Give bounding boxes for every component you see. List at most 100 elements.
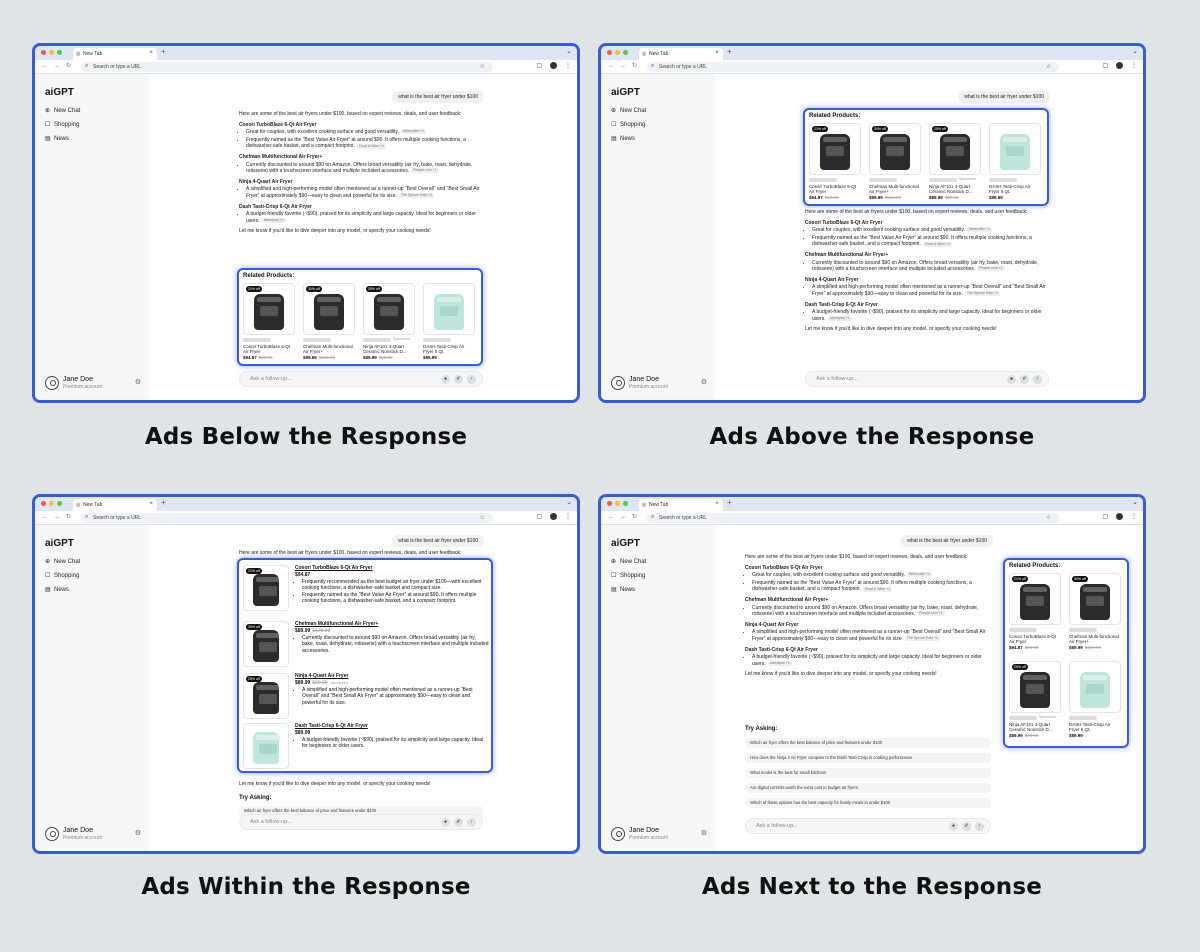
product-name[interactable]: DASH Tasti-Crisp Air Fryer 6 Qt.: [1069, 722, 1121, 732]
profile-avatar[interactable]: [1116, 62, 1123, 69]
product-card[interactable]: 25% off Sponsored Ninja AF101 4-Quart Cera…: [1009, 661, 1061, 738]
mic-icon[interactable]: ●: [949, 822, 958, 831]
new-tab-button[interactable]: +: [727, 498, 732, 507]
product-image[interactable]: 25% off: [1009, 661, 1061, 713]
product-image[interactable]: 21% off: [243, 283, 295, 335]
product-title-link[interactable]: Dash Tasti-Crisp 6-Qt Air Fryer: [295, 723, 489, 729]
sidebar-item-shopping[interactable]: ☐ Shopping: [611, 572, 645, 579]
menu-icon[interactable]: ⋮: [565, 513, 571, 520]
attach-icon[interactable]: ✐: [454, 818, 463, 827]
product-image[interactable]: 25% off: [363, 283, 415, 335]
product-name[interactable]: Chefman Multi-functional Air Fryer+: [869, 184, 921, 194]
follow-up-input[interactable]: Ask a follow-up... ● ✐ ↑: [239, 814, 483, 830]
product-image[interactable]: 30% off: [1069, 573, 1121, 625]
chevron-down-icon[interactable]: ⌄: [566, 498, 572, 506]
try-asking-suggestion[interactable]: Which air fryer offers the best balance …: [745, 738, 991, 748]
send-icon[interactable]: ↑: [975, 822, 984, 831]
menu-icon[interactable]: ⋮: [1131, 513, 1137, 520]
address-bar[interactable]: ⌕ Search or type a URL ☆: [81, 513, 493, 523]
citation-chip[interactable]: Allrecipes +1: [767, 660, 792, 666]
citation-chip[interactable]: People.com +1: [977, 266, 1005, 272]
gear-icon[interactable]: ⚙: [135, 378, 141, 386]
citation-chip[interactable]: Food & Wine +1: [922, 241, 953, 247]
bookmark-star-icon[interactable]: ☆: [1046, 63, 1051, 70]
product-image[interactable]: 21% off: [1009, 573, 1061, 625]
citation-chip[interactable]: Allrecipes +1: [827, 315, 852, 321]
product-image[interactable]: 30% off: [869, 123, 921, 175]
product-title-link[interactable]: Cosori TurboBlaze 6-Qt Air Fryer: [295, 565, 489, 571]
user-profile[interactable]: Jane Doe Premium account ⚙: [45, 374, 141, 392]
sidebar-item-shopping[interactable]: ☐ Shopping: [611, 121, 645, 128]
citation-chip[interactable]: The Spruce Eats +1: [904, 636, 940, 642]
product-card[interactable]: DASH Tasti-Crisp Air Fryer 6 Qt. $89.99: [423, 283, 475, 360]
citation-chip[interactable]: Wirecutter +1: [907, 572, 932, 578]
sidebar-item-shopping[interactable]: ☐ Shopping: [45, 121, 79, 128]
nav-buttons[interactable]: ←→↻: [42, 513, 77, 520]
product-image[interactable]: 30% off: [243, 621, 289, 667]
window-maximize-button[interactable]: [57, 50, 62, 55]
chevron-down-icon[interactable]: ⌄: [566, 47, 572, 55]
product-image[interactable]: 25% off: [929, 123, 981, 175]
product-image[interactable]: 21% off: [243, 565, 289, 611]
sidebar-item-news[interactable]: ▤ News: [45, 586, 69, 593]
profile-avatar[interactable]: [550, 513, 557, 520]
new-tab-button[interactable]: +: [161, 47, 166, 56]
window-minimize-button[interactable]: [49, 501, 54, 506]
product-card[interactable]: 25% off Sponsored Ninja AF101 4-Quart Cera…: [929, 123, 981, 200]
window-maximize-button[interactable]: [623, 50, 628, 55]
try-asking-suggestion[interactable]: What model is the best for small kitchen…: [745, 768, 991, 778]
try-asking-suggestion[interactable]: Which of these options has the best capa…: [745, 798, 991, 808]
extensions-icon[interactable]: ▢: [536, 513, 542, 520]
citation-chip[interactable]: The Spruce Eats +1: [398, 193, 434, 199]
gear-icon[interactable]: ⚙: [135, 829, 141, 837]
follow-up-input[interactable]: Ask a follow-up... ● ✐ ↑: [745, 818, 991, 834]
citation-chip[interactable]: People.com +1: [917, 611, 945, 617]
bookmark-star-icon[interactable]: ☆: [480, 63, 485, 70]
browser-tab[interactable]: ◎ New Tab ×: [639, 499, 723, 511]
extensions-icon[interactable]: ▢: [1102, 62, 1108, 69]
mic-icon[interactable]: ●: [441, 375, 450, 384]
product-image[interactable]: [1069, 661, 1121, 713]
product-card[interactable]: 25% off Sponsored Ninja AF101 4-Quart Cera…: [363, 283, 415, 360]
close-tab-icon[interactable]: ×: [715, 501, 719, 507]
extensions-icon[interactable]: ▢: [1102, 513, 1108, 520]
product-name[interactable]: Cosori TurboBlaze 6-Qt Air Fryer: [1009, 634, 1061, 644]
nav-buttons[interactable]: ←→↻: [608, 62, 643, 69]
product-card[interactable]: 21% off Cosori TurboBlaze 6-Qt Air Fryer $…: [243, 283, 295, 360]
attach-icon[interactable]: ✐: [962, 822, 971, 831]
window-minimize-button[interactable]: [49, 50, 54, 55]
send-icon[interactable]: ↑: [467, 375, 476, 384]
product-name[interactable]: Ninja AF101 4-Quart Ceramic Nonstick D..…: [929, 184, 981, 194]
try-asking-suggestion[interactable]: How does the Ninja 4 Air Fryer compare t…: [745, 753, 991, 763]
try-asking-suggestion[interactable]: Are digital controls worth the extra cos…: [745, 783, 991, 793]
chevron-down-icon[interactable]: ⌄: [1132, 498, 1138, 506]
window-minimize-button[interactable]: [615, 50, 620, 55]
product-image[interactable]: [423, 283, 475, 335]
profile-avatar[interactable]: [1116, 513, 1123, 520]
window-close-button[interactable]: [607, 501, 612, 506]
follow-up-input[interactable]: Ask a follow-up... ● ✐ ↑: [805, 371, 1049, 387]
mic-icon[interactable]: ●: [441, 818, 450, 827]
product-image[interactable]: [243, 723, 289, 769]
product-image[interactable]: [989, 123, 1041, 175]
new-tab-button[interactable]: +: [161, 498, 166, 507]
menu-icon[interactable]: ⋮: [565, 62, 571, 69]
follow-up-input[interactable]: Ask a follow-up... ● ✐ ↑: [239, 371, 483, 387]
sidebar-item-new-chat[interactable]: ⊕ New Chat: [45, 107, 80, 114]
attach-icon[interactable]: ✐: [454, 375, 463, 384]
window-minimize-button[interactable]: [615, 501, 620, 506]
extensions-icon[interactable]: ▢: [536, 62, 542, 69]
mic-icon[interactable]: ●: [1007, 375, 1016, 384]
product-name[interactable]: Ninja AF101 4-Quart Ceramic Nonstick D..…: [1009, 722, 1061, 732]
nav-buttons[interactable]: ←→↻: [608, 513, 643, 520]
citation-chip[interactable]: Allrecipes +1: [261, 217, 286, 223]
product-title-link[interactable]: Ninja 4-Quart Air Fryer: [295, 673, 489, 679]
sidebar-item-news[interactable]: ▤ News: [611, 586, 635, 593]
send-icon[interactable]: ↑: [467, 818, 476, 827]
product-name[interactable]: DASH Tasti-Crisp Air Fryer 6 Qt.: [423, 344, 475, 354]
sidebar-item-new-chat[interactable]: ⊕ New Chat: [611, 558, 646, 565]
window-maximize-button[interactable]: [57, 501, 62, 506]
product-image[interactable]: 25% off: [243, 673, 289, 719]
product-image[interactable]: 21% off: [809, 123, 861, 175]
sidebar-item-new-chat[interactable]: ⊕ New Chat: [45, 558, 80, 565]
